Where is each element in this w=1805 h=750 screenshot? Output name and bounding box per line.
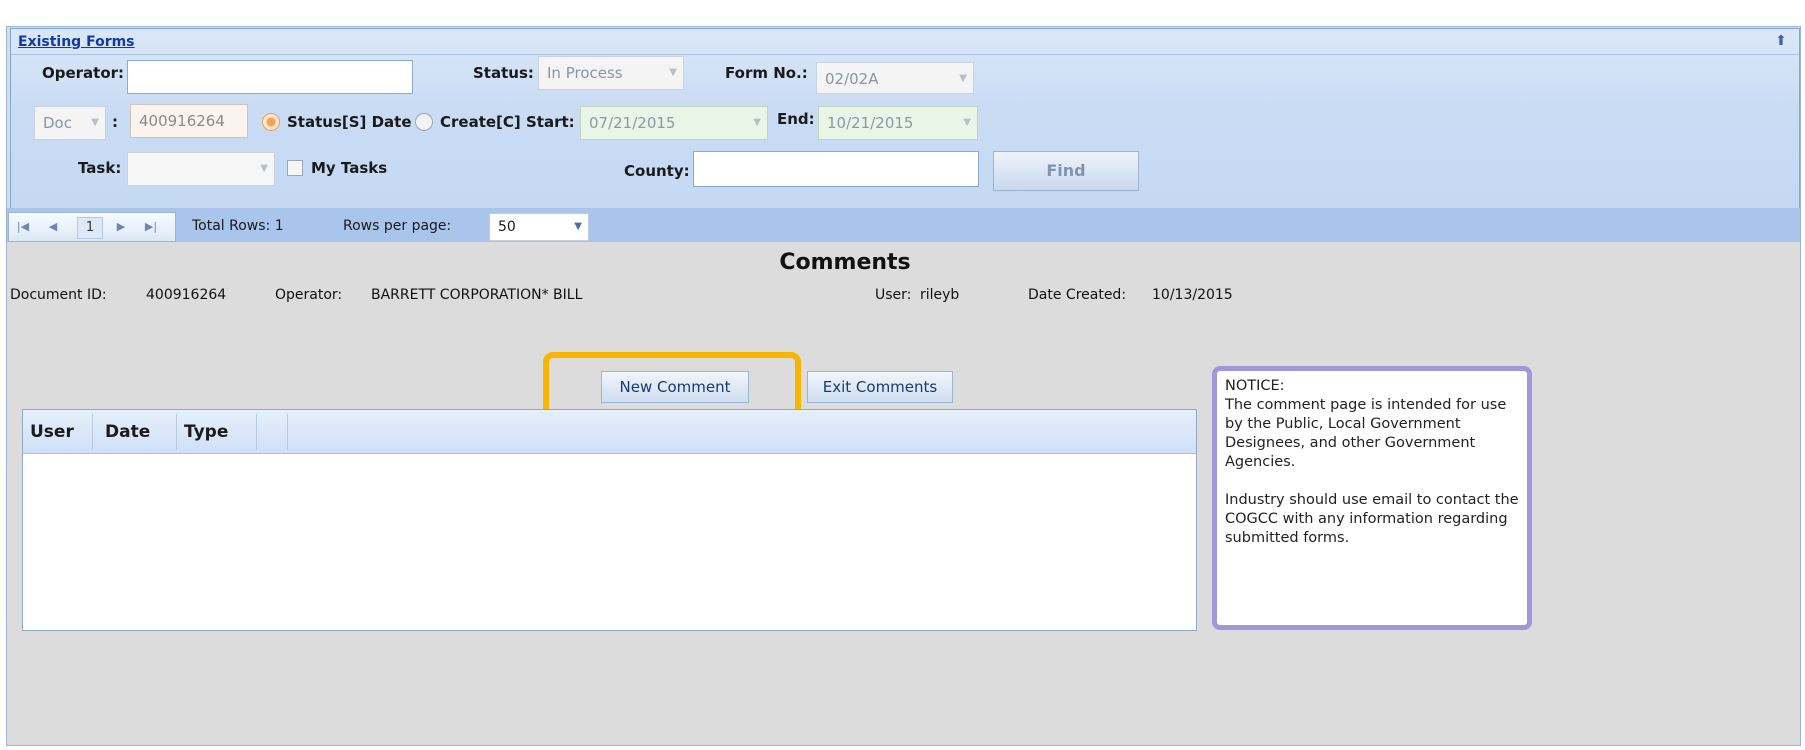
notice-spacer	[1225, 472, 1519, 491]
document-id-label: Document ID:	[10, 287, 107, 303]
task-label: Task:	[78, 159, 122, 177]
start-date-input[interactable]: 07/21/2015 ▼	[580, 106, 768, 140]
last-page-icon[interactable]: ▶|	[141, 213, 161, 241]
operator-meta-value: BARRETT CORPORATION* BILL	[371, 287, 583, 303]
column-divider	[176, 414, 177, 450]
comments-title: Comments	[779, 250, 911, 275]
create-date-radio[interactable]	[415, 113, 433, 131]
chevron-down-icon: ▼	[669, 67, 677, 78]
operator-label: Operator:	[42, 64, 125, 82]
chevron-down-icon: ▼	[574, 221, 582, 232]
operator-input[interactable]	[127, 60, 413, 94]
task-select[interactable]: ▼	[127, 152, 275, 186]
calendar-dropdown-icon[interactable]: ▼	[753, 107, 761, 139]
calendar-dropdown-icon[interactable]: ▼	[963, 107, 971, 139]
chevron-down-icon: ▼	[959, 73, 967, 84]
start-label: Start:	[526, 113, 575, 131]
rows-per-page-value: 50	[498, 219, 516, 235]
panel-divider	[11, 54, 1799, 55]
county-input[interactable]	[693, 151, 979, 187]
my-tasks-checkbox[interactable]	[287, 160, 303, 176]
end-date-value: 10/21/2015	[827, 114, 914, 132]
doc-separator: :	[112, 113, 118, 131]
status-select[interactable]: In Process ▼	[538, 56, 684, 90]
doc-type-select[interactable]: Doc ▼	[34, 106, 106, 140]
doc-type-value: Doc	[43, 114, 72, 132]
rows-per-page-select[interactable]: 50 ▼	[489, 213, 589, 241]
doc-number-input[interactable]: 400916264	[130, 104, 248, 138]
status-date-radio[interactable]	[262, 113, 280, 131]
user-meta-label: User:	[875, 287, 912, 303]
column-type[interactable]: Type	[184, 410, 228, 454]
form-no-value: 02/02A	[825, 70, 879, 88]
end-date-input[interactable]: 10/21/2015 ▼	[818, 106, 978, 140]
collapse-icon[interactable]: ⬆︎	[1772, 32, 1790, 50]
panel-title-link[interactable]: Existing Forms	[18, 34, 135, 50]
pager-nav: |◀ ◀ 1 ▶ ▶|	[8, 212, 176, 242]
document-id-value: 400916264	[146, 287, 227, 303]
form-no-select[interactable]: 02/02A ▼	[816, 62, 974, 94]
status-value: In Process	[547, 64, 623, 82]
form-no-label: Form No.:	[725, 64, 808, 82]
start-date-value: 07/21/2015	[589, 114, 676, 132]
notice-text-2: Industry should use email to contact the…	[1225, 492, 1519, 546]
find-button[interactable]: Find	[993, 151, 1139, 191]
next-page-icon[interactable]: ▶	[111, 213, 131, 241]
prev-page-icon[interactable]: ◀	[43, 213, 63, 241]
county-label: County:	[624, 162, 690, 180]
date-created-value: 10/13/2015	[1152, 287, 1233, 303]
column-divider	[92, 414, 93, 450]
status-label: Status:	[473, 64, 534, 82]
chevron-down-icon: ▼	[91, 117, 99, 128]
my-tasks-label: My Tasks	[311, 159, 388, 177]
exit-comments-button[interactable]: Exit Comments	[807, 371, 953, 403]
date-created-label: Date Created:	[1028, 287, 1127, 303]
column-user[interactable]: User	[30, 410, 74, 454]
column-divider	[287, 414, 288, 450]
page-number-button[interactable]: 1	[77, 217, 103, 239]
notice-box: NOTICE: The comment page is intended for…	[1212, 366, 1532, 630]
first-page-icon[interactable]: |◀	[13, 213, 33, 241]
create-date-label: Create[C]	[440, 113, 521, 131]
rows-per-page-label: Rows per page:	[343, 218, 452, 234]
end-label: End:	[777, 110, 815, 128]
user-meta-value: rileyb	[920, 287, 960, 303]
notice-heading: NOTICE:	[1225, 378, 1285, 394]
column-divider	[256, 414, 257, 450]
chevron-down-icon: ▼	[260, 163, 268, 174]
status-date-label: Status[S] Date	[287, 113, 412, 131]
column-date[interactable]: Date	[105, 410, 150, 454]
total-rows-text: Total Rows: 1	[192, 218, 284, 234]
operator-meta-label: Operator:	[275, 287, 343, 303]
notice-text-1: The comment page is intended for use by …	[1225, 397, 1507, 470]
